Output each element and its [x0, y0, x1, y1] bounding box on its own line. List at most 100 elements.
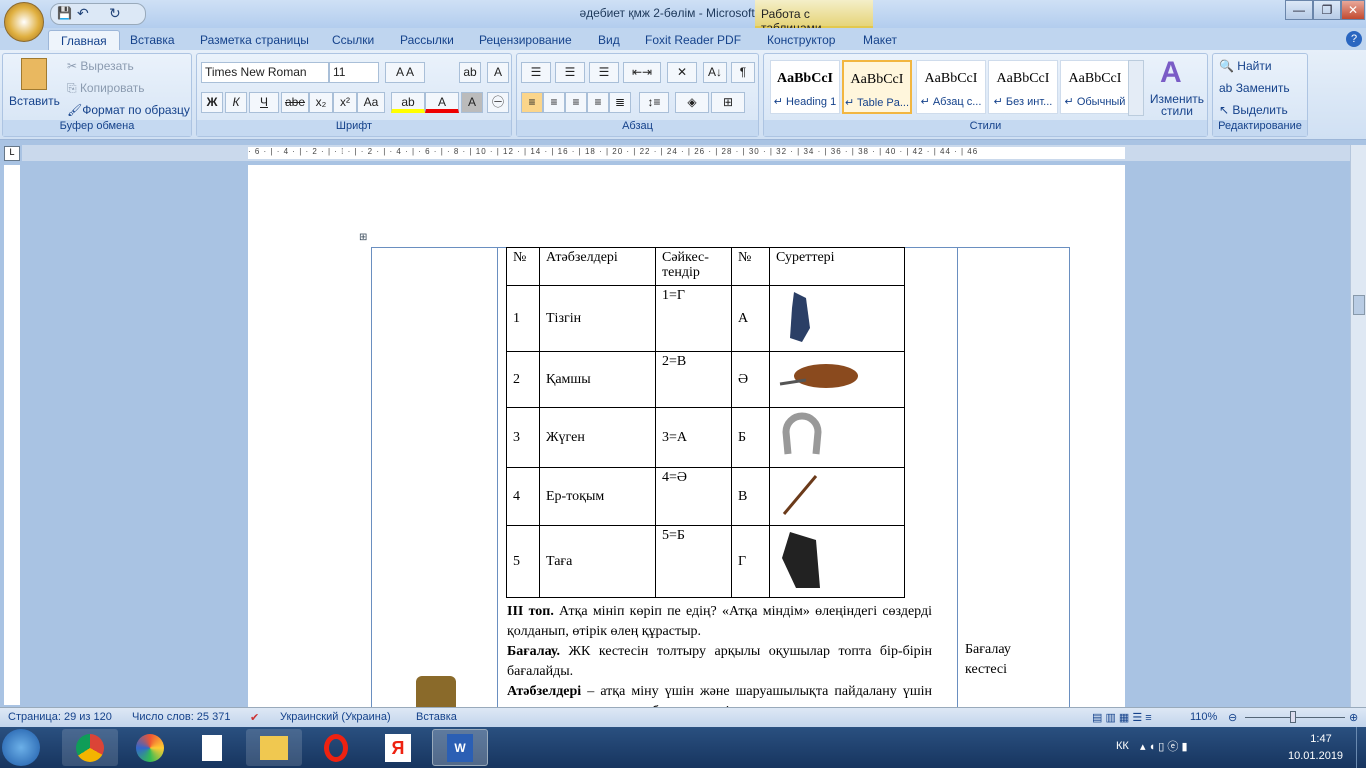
tab-home[interactable]: Главная [48, 30, 120, 50]
styles-scroll[interactable] [1128, 60, 1144, 116]
style-name: ↵ Абзац с... [920, 96, 982, 108]
vertical-scrollbar[interactable] [1350, 145, 1366, 707]
select-button[interactable]: ↖ Выделить [1219, 103, 1288, 117]
font-size-select[interactable]: 11 [329, 62, 379, 83]
close-button[interactable]: ✕ [1341, 0, 1365, 20]
tab-insert[interactable]: Вставка [118, 30, 187, 50]
change-case-button[interactable]: Aa [357, 92, 385, 113]
cut-button[interactable]: ✂ Вырезать [67, 59, 134, 73]
style-list-paragraph[interactable]: AaBbCcI ↵ Абзац с... [916, 60, 986, 114]
justify-icon[interactable]: ≡ [587, 92, 609, 113]
style-table-paragraph[interactable]: AaBbCcI ↵ Table Pa... [842, 60, 912, 114]
maximize-button[interactable]: ❐ [1313, 0, 1341, 20]
distribute-icon[interactable]: ≣ [609, 92, 631, 113]
tray-icons[interactable]: ▴ ◖ ▯ ⓔ ▮ [1140, 738, 1188, 754]
help-icon[interactable]: ? [1346, 31, 1362, 47]
show-desktop-button[interactable] [1356, 727, 1366, 768]
line-spacing-icon[interactable]: ↕≡ [639, 92, 669, 113]
tab-foxit[interactable]: Foxit Reader PDF [633, 30, 753, 50]
style-heading-1[interactable]: AaBbCcI ↵ Heading 1 [770, 60, 840, 114]
tab-selector[interactable]: L [4, 146, 20, 161]
minimize-button[interactable]: — [1285, 0, 1313, 20]
bullets-icon[interactable]: ☰ [521, 62, 551, 83]
spelling-icon[interactable]: ab [459, 62, 481, 83]
tab-view[interactable]: Вид [586, 30, 632, 50]
numbering-icon[interactable]: ☰ [555, 62, 585, 83]
proofing-icon[interactable]: ✔ [250, 711, 259, 724]
sort-icon[interactable]: A↓ [703, 62, 727, 83]
view-buttons[interactable]: ▤ ▥ ▦ ☰ ≡ [1092, 711, 1152, 724]
highlight-icon[interactable]: ab [391, 92, 425, 113]
yandex-icon[interactable]: Я [370, 729, 426, 766]
strikethrough-button[interactable]: abe [281, 92, 309, 113]
shading-icon[interactable]: ◈ [675, 92, 709, 113]
scroll-thumb[interactable] [1353, 295, 1365, 315]
word-icon[interactable]: W [432, 729, 488, 766]
align-center-icon[interactable]: ≡ [543, 92, 565, 113]
blank-document-icon[interactable] [184, 729, 240, 766]
language[interactable]: Украинский (Украина) [280, 711, 391, 723]
tab-references[interactable]: Ссылки [320, 30, 386, 50]
horse-tack-table: № Атәбзелдері Сәйкес-тендір № Суреттері … [506, 247, 905, 598]
align-right-icon[interactable]: ≡ [565, 92, 587, 113]
align-left-icon[interactable]: ≡ [521, 92, 543, 113]
tab-layout[interactable]: Макет [851, 30, 909, 50]
save-icon[interactable]: 💾 [57, 6, 72, 20]
font-color-icon[interactable]: A [425, 92, 459, 113]
zoom-out-button[interactable]: ⊖ [1228, 711, 1237, 724]
office-button[interactable] [4, 2, 44, 42]
multilevel-list-icon[interactable]: ☰ [589, 62, 619, 83]
borders-icon[interactable]: ⊞ [711, 92, 745, 113]
zoom-slider-thumb[interactable] [1290, 711, 1296, 723]
grow-shrink-font-button[interactable]: A A [385, 62, 425, 83]
tab-page-layout[interactable]: Разметка страницы [188, 30, 321, 50]
undo-icon[interactable]: ↶ [77, 5, 89, 22]
cell-letter: Г [731, 525, 770, 598]
insert-mode[interactable]: Вставка [416, 711, 457, 723]
char-shading-icon[interactable]: A [461, 92, 483, 113]
word-count[interactable]: Число слов: 25 371 [132, 711, 230, 723]
paragraph: Бағалау. ЖК кестесін толтыру арқылы оқуш… [507, 642, 932, 682]
change-styles-button[interactable]: Изменить стили [1148, 93, 1206, 117]
format-painter-label: Формат по образцу [82, 103, 190, 117]
find-button[interactable]: 🔍 Найти [1219, 59, 1272, 73]
start-button[interactable] [2, 729, 40, 766]
char-border-icon[interactable]: A [487, 62, 509, 83]
chrome-icon[interactable] [62, 729, 118, 766]
indent-icon[interactable]: ⇤⇥ [623, 62, 661, 83]
redo-icon[interactable]: ↻ [109, 5, 121, 22]
table-row: 1 Тізгін 1=Г А [506, 285, 905, 352]
explorer-icon[interactable] [246, 729, 302, 766]
app-icon[interactable] [122, 729, 178, 766]
header-cell: Суреттері [769, 247, 905, 286]
zoom-in-button[interactable]: ⊕ [1349, 711, 1358, 724]
tab-review[interactable]: Рецензирование [467, 30, 584, 50]
subscript-button[interactable]: x₂ [309, 92, 333, 113]
vertical-ruler[interactable] [4, 165, 20, 705]
clock-time[interactable]: 1:47 [1300, 733, 1342, 745]
text-direction-icon[interactable]: ✕ [667, 62, 697, 83]
input-language[interactable]: КК [1116, 740, 1129, 752]
table-row: 5 Таға 5=Б Г [506, 525, 905, 598]
table-move-handle[interactable]: ⊞ [359, 232, 367, 243]
opera-icon[interactable] [308, 729, 364, 766]
copy-button[interactable]: ⎘ Копировать [67, 81, 145, 96]
tab-mailings[interactable]: Рассылки [388, 30, 466, 50]
replace-button[interactable]: ab Заменить [1219, 81, 1290, 95]
enclose-char-icon[interactable]: ㊀ [487, 92, 509, 113]
clock-date[interactable]: 10.01.2019 [1288, 750, 1343, 762]
paste-button[interactable]: Вставить [9, 94, 60, 108]
page-count[interactable]: Страница: 29 из 120 [8, 711, 112, 723]
style-no-spacing[interactable]: AaBbCcI ↵ Без инт... [988, 60, 1058, 114]
show-marks-icon[interactable]: ¶ [731, 62, 755, 83]
style-normal[interactable]: AaBbCcI ↵ Обычный [1060, 60, 1130, 114]
tab-design[interactable]: Конструктор [755, 30, 847, 50]
copy-label: Копировать [79, 81, 145, 95]
bold-button[interactable]: Ж [201, 92, 223, 113]
italic-button[interactable]: К [225, 92, 247, 113]
zoom-level[interactable]: 110% [1190, 711, 1217, 723]
underline-button[interactable]: Ч [249, 92, 279, 113]
superscript-button[interactable]: x² [333, 92, 357, 113]
format-painter-button[interactable]: 🖌Формат по образцу [67, 103, 190, 117]
font-name-select[interactable]: Times New Roman [201, 62, 329, 83]
